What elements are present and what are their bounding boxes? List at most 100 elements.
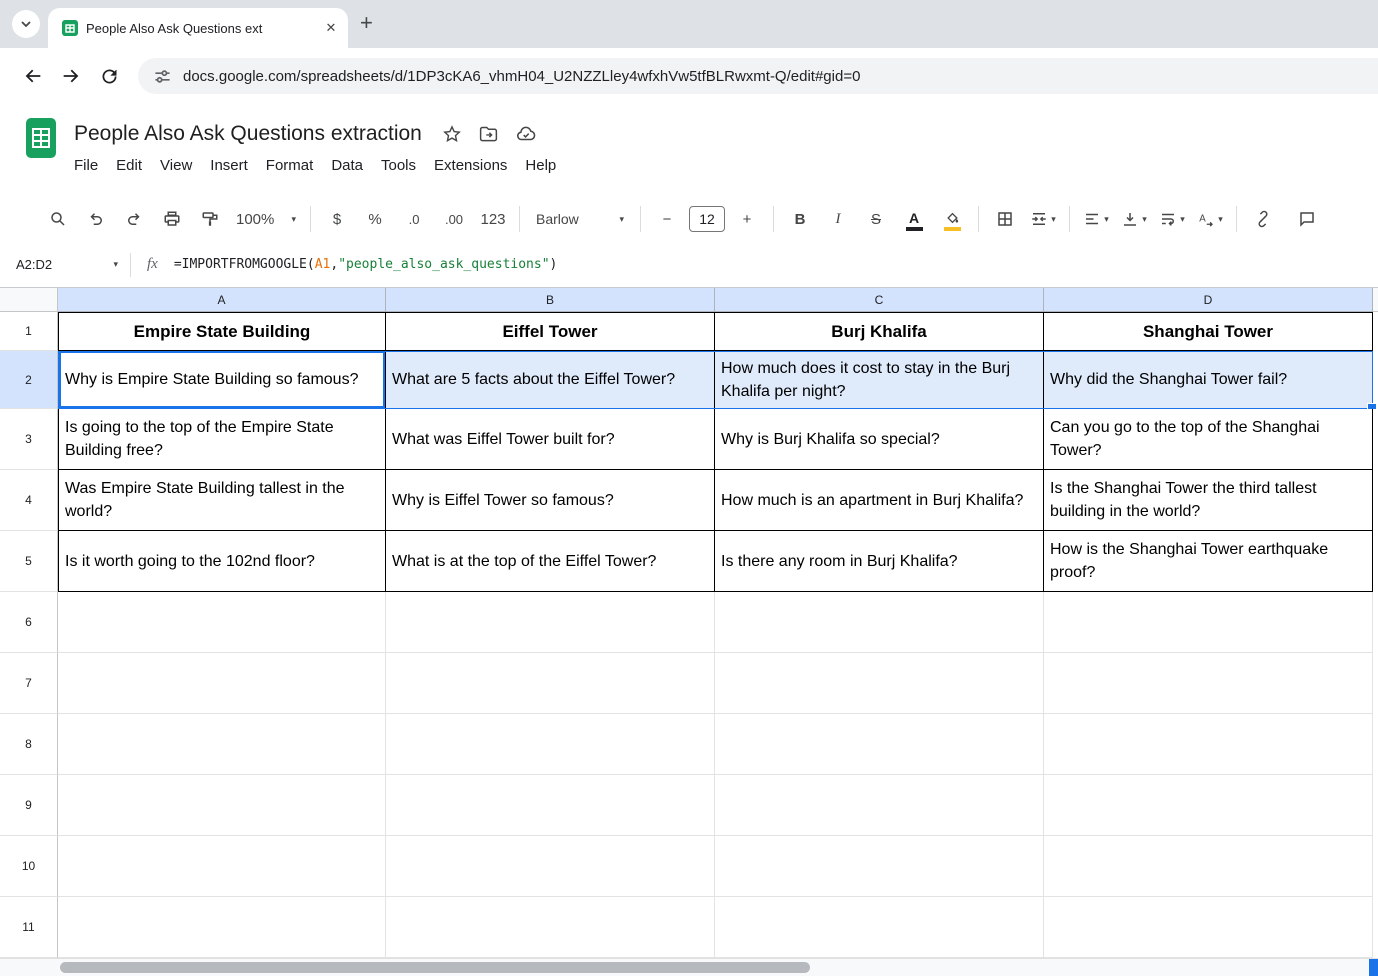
cell-A3[interactable]: Is going to the top of the Empire State …	[58, 409, 386, 470]
menu-help[interactable]: Help	[516, 153, 565, 178]
insert-comment-button[interactable]	[1289, 204, 1325, 234]
more-formats-button[interactable]: 123	[475, 204, 511, 234]
new-tab-button[interactable]: +	[360, 10, 373, 36]
menu-data[interactable]: Data	[322, 153, 372, 178]
text-wrap-button[interactable]: ▾	[1154, 204, 1190, 234]
horizontal-scrollbar[interactable]	[0, 958, 1378, 976]
cell-B11[interactable]	[386, 897, 715, 958]
cell-B6[interactable]	[386, 592, 715, 653]
cell-B9[interactable]	[386, 775, 715, 836]
cell-C11[interactable]	[715, 897, 1044, 958]
cell-D7[interactable]	[1044, 653, 1373, 714]
format-currency-button[interactable]: $	[319, 204, 355, 234]
menu-edit[interactable]: Edit	[107, 153, 151, 178]
cell-D8[interactable]	[1044, 714, 1373, 775]
cell-B3[interactable]: What was Eiffel Tower built for?	[386, 409, 715, 470]
move-folder-icon[interactable]	[478, 124, 499, 145]
cell-A7[interactable]	[58, 653, 386, 714]
increase-font-size-button[interactable]: +	[729, 204, 765, 234]
cell-C6[interactable]	[715, 592, 1044, 653]
formula-input[interactable]: =IMPORTFROMGOOGLE(A1,"people_also_ask_qu…	[174, 257, 558, 272]
cell-B1[interactable]: Eiffel Tower	[386, 312, 715, 351]
cell-A1[interactable]: Empire State Building	[58, 312, 386, 351]
cell-D1[interactable]: Shanghai Tower	[1044, 312, 1373, 351]
url-bar[interactable]: docs.google.com/spreadsheets/d/1DP3cKA6_…	[138, 58, 1378, 94]
cell-B2[interactable]: What are 5 facts about the Eiffel Tower?	[386, 351, 715, 409]
format-percent-button[interactable]: %	[357, 204, 393, 234]
cell-A6[interactable]	[58, 592, 386, 653]
text-color-button[interactable]: A	[896, 204, 932, 234]
cell-C2[interactable]: How much does it cost to stay in the Bur…	[715, 351, 1044, 409]
row-header-2[interactable]: 2	[0, 351, 58, 409]
cell-C10[interactable]	[715, 836, 1044, 897]
font-size-input[interactable]: 12	[689, 206, 725, 232]
bold-button[interactable]: B	[782, 204, 818, 234]
browser-tab[interactable]: People Also Ask Questions ext ✕	[48, 8, 348, 48]
cell-D10[interactable]	[1044, 836, 1373, 897]
column-header-b[interactable]: B	[386, 288, 715, 312]
cell-C9[interactable]	[715, 775, 1044, 836]
tab-search-button[interactable]	[12, 10, 40, 38]
cell-A10[interactable]	[58, 836, 386, 897]
cell-A5[interactable]: Is it worth going to the 102nd floor?	[58, 531, 386, 592]
cell-B4[interactable]: Why is Eiffel Tower so famous?	[386, 470, 715, 531]
italic-button[interactable]: I	[820, 204, 856, 234]
cell-D5[interactable]: How is the Shanghai Tower earthquake pro…	[1044, 531, 1373, 592]
vertical-align-button[interactable]: ▾	[1116, 204, 1152, 234]
cell-D9[interactable]	[1044, 775, 1373, 836]
sheets-logo-icon[interactable]	[26, 118, 56, 158]
merge-cells-button[interactable]: ▾	[1025, 204, 1061, 234]
cell-A11[interactable]	[58, 897, 386, 958]
cell-C7[interactable]	[715, 653, 1044, 714]
star-icon[interactable]	[442, 124, 462, 144]
increase-decimal-button[interactable]: .00	[435, 204, 473, 234]
cell-D3[interactable]: Can you go to the top of the Shanghai To…	[1044, 409, 1373, 470]
cell-D2[interactable]: Why did the Shanghai Tower fail?	[1044, 351, 1373, 409]
column-header-d[interactable]: D	[1044, 288, 1373, 312]
tab-close-icon[interactable]: ✕	[322, 19, 340, 37]
cell-B8[interactable]	[386, 714, 715, 775]
cell-A9[interactable]	[58, 775, 386, 836]
cell-C3[interactable]: Why is Burj Khalifa so special?	[715, 409, 1044, 470]
menu-extensions[interactable]: Extensions	[425, 153, 516, 178]
column-header-c[interactable]: C	[715, 288, 1044, 312]
row-header-8[interactable]: 8	[0, 714, 58, 775]
cell-C1[interactable]: Burj Khalifa	[715, 312, 1044, 351]
undo-button[interactable]	[78, 204, 114, 234]
decrease-font-size-button[interactable]: −	[649, 204, 685, 234]
row-header-4[interactable]: 4	[0, 470, 58, 531]
select-all-corner[interactable]	[0, 288, 58, 312]
cell-A8[interactable]	[58, 714, 386, 775]
print-button[interactable]	[154, 204, 190, 234]
menu-view[interactable]: View	[151, 153, 201, 178]
menu-file[interactable]: File	[65, 153, 107, 178]
borders-button[interactable]	[987, 204, 1023, 234]
text-rotation-button[interactable]: A ▾	[1192, 204, 1228, 234]
cell-A4[interactable]: Was Empire State Building tallest in the…	[58, 470, 386, 531]
font-select[interactable]: Barlow ▾	[528, 204, 632, 234]
back-button[interactable]	[14, 57, 52, 95]
menu-insert[interactable]: Insert	[201, 153, 257, 178]
strikethrough-button[interactable]: S	[858, 204, 894, 234]
reload-button[interactable]	[90, 57, 128, 95]
cell-C8[interactable]	[715, 714, 1044, 775]
cell-D11[interactable]	[1044, 897, 1373, 958]
zoom-select[interactable]: 100% ▾	[230, 204, 302, 234]
insert-link-button[interactable]	[1245, 204, 1281, 234]
row-header-1[interactable]: 1	[0, 312, 58, 351]
cell-D6[interactable]	[1044, 592, 1373, 653]
row-header-11[interactable]: 11	[0, 897, 58, 958]
cell-B7[interactable]	[386, 653, 715, 714]
menu-format[interactable]: Format	[257, 153, 323, 178]
name-box[interactable]: A2:D2 ▾	[0, 257, 130, 272]
forward-button[interactable]	[52, 57, 90, 95]
fill-color-button[interactable]	[934, 204, 970, 234]
cell-B5[interactable]: What is at the top of the Eiffel Tower?	[386, 531, 715, 592]
row-header-10[interactable]: 10	[0, 836, 58, 897]
document-title[interactable]: People Also Ask Questions extraction	[74, 122, 422, 146]
decrease-decimal-button[interactable]: .0	[395, 204, 433, 234]
column-header-a[interactable]: A	[58, 288, 386, 312]
row-header-6[interactable]: 6	[0, 592, 58, 653]
row-header-7[interactable]: 7	[0, 653, 58, 714]
horizontal-align-button[interactable]: ▾	[1078, 204, 1114, 234]
